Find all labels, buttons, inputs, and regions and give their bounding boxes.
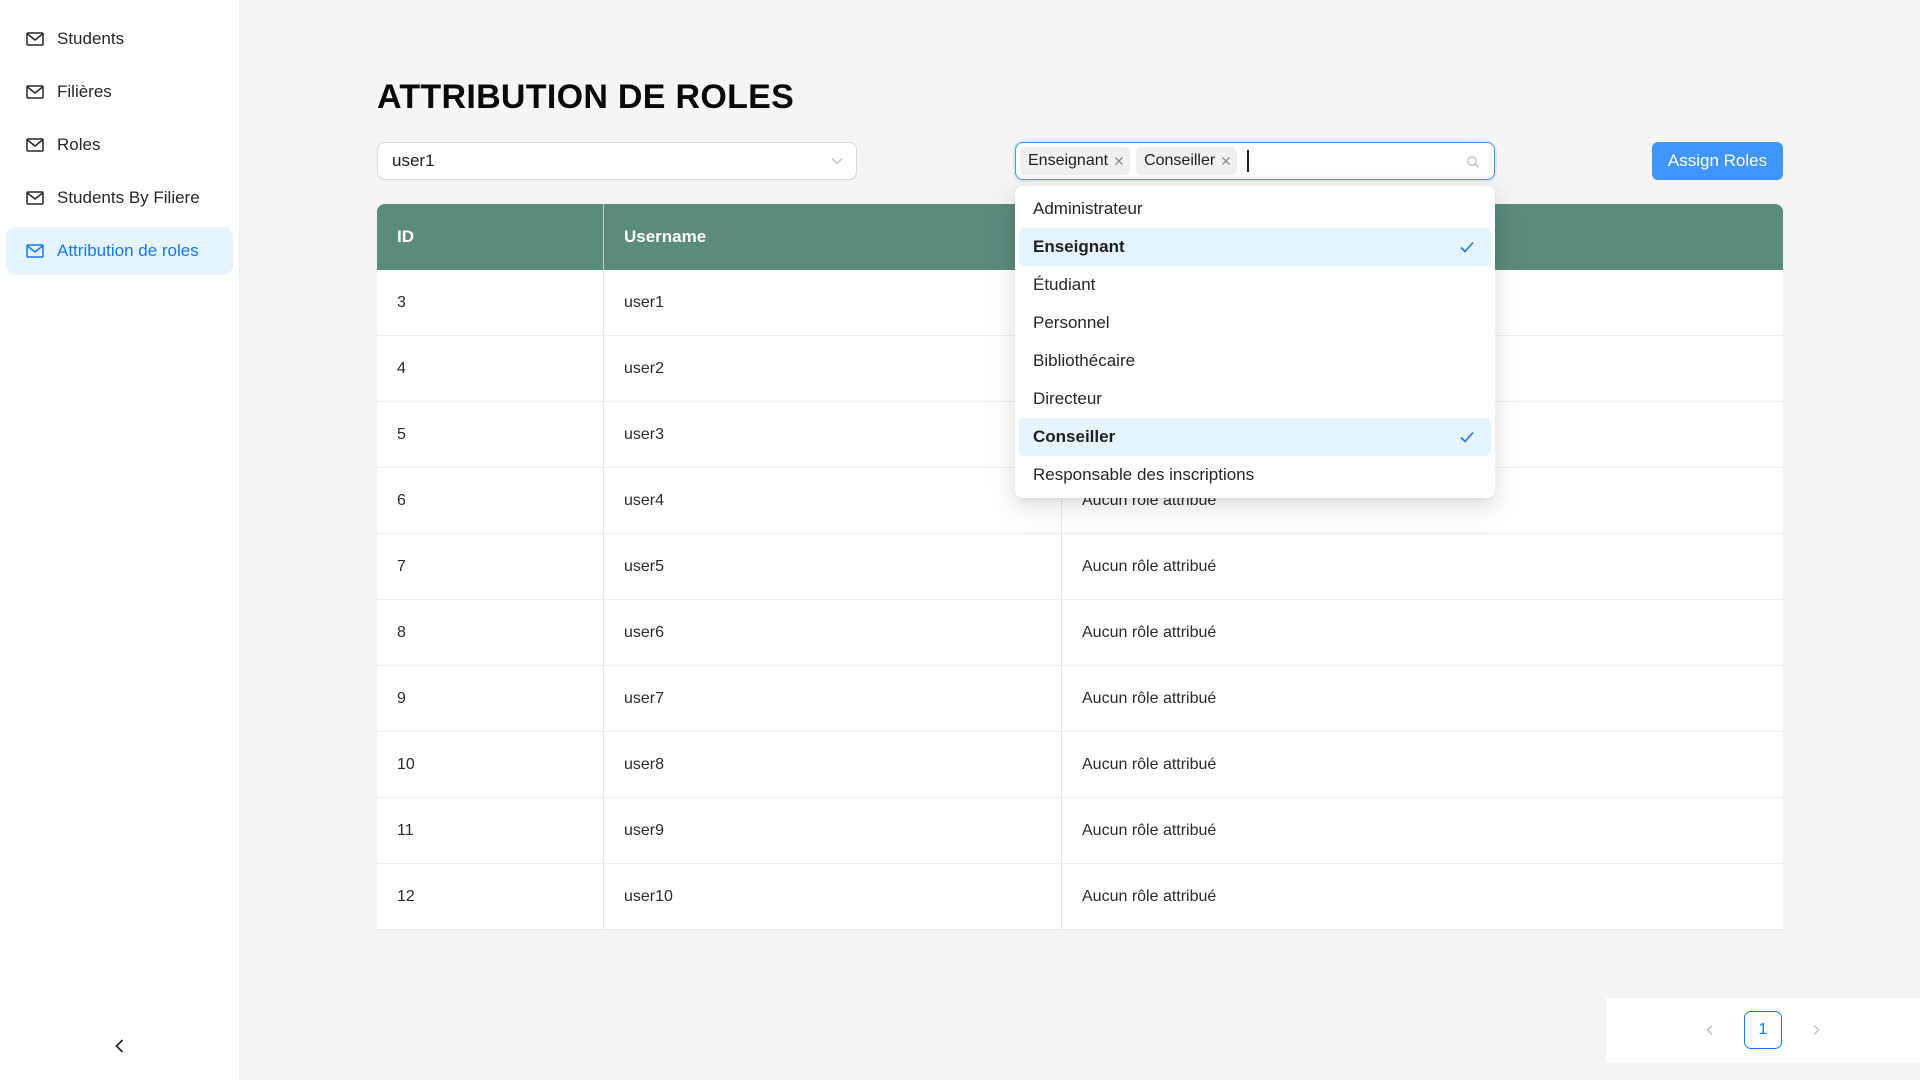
close-icon[interactable] [1221, 156, 1231, 166]
table-row[interactable]: 9 user7 Aucun rôle attribué [377, 666, 1783, 732]
cell-username: user2 [604, 336, 1062, 401]
role-option-label: Administrateur [1033, 199, 1143, 218]
cell-id: 10 [377, 732, 604, 797]
role-option-label: Enseignant [1033, 237, 1125, 256]
chevron-left-icon [115, 1039, 124, 1053]
cell-id: 9 [377, 666, 604, 731]
cell-id: 8 [377, 600, 604, 665]
sidebar-item-label: Students By Filiere [57, 188, 200, 207]
sidebar-item-students[interactable]: Students [6, 15, 233, 63]
cell-id: 11 [377, 798, 604, 863]
sidebar-item-roles[interactable]: Roles [6, 121, 233, 169]
pagination: 1 [1606, 998, 1920, 1062]
pagination-page-current[interactable]: 1 [1744, 1011, 1782, 1049]
sidebar-item-label: Students [57, 29, 125, 48]
mail-icon [26, 32, 44, 46]
search-icon [1467, 156, 1479, 168]
cell-roles: Aucun rôle attribué [1082, 557, 1217, 575]
role-option-bibliothecaire[interactable]: Bibliothécaire [1019, 342, 1491, 380]
sidebar-item-label: Filières [57, 82, 112, 101]
table-row[interactable]: 8 user6 Aucun rôle attribué [377, 600, 1783, 666]
column-header-id[interactable]: ID [377, 204, 604, 270]
close-icon[interactable] [1114, 156, 1124, 166]
role-tag: Enseignant [1020, 147, 1131, 175]
role-option-etudiant[interactable]: Étudiant [1019, 266, 1491, 304]
assign-roles-button[interactable]: Assign Roles [1652, 142, 1783, 180]
cell-id: 5 [377, 402, 604, 467]
cell-roles: Aucun rôle attribué [1082, 887, 1217, 905]
chevron-down-icon [831, 158, 843, 165]
roles-dropdown: Administrateur Enseignant Étudiant Perso… [1015, 186, 1495, 498]
role-option-label: Conseiller [1033, 427, 1116, 446]
cell-id: 7 [377, 534, 604, 599]
sidebar-item-label: Attribution de roles [57, 241, 199, 260]
role-option-label: Bibliothécaire [1033, 351, 1136, 370]
sidebar-item-filieres[interactable]: Filières [6, 68, 233, 116]
check-icon [1460, 431, 1474, 443]
cell-username: user8 [604, 732, 1062, 797]
table-row[interactable]: 12 user10 Aucun rôle attribué [377, 864, 1783, 930]
check-icon [1460, 241, 1474, 253]
role-option-conseiller[interactable]: Conseiller [1019, 418, 1491, 456]
role-option-directeur[interactable]: Directeur [1019, 380, 1491, 418]
cell-roles: Aucun rôle attribué [1082, 755, 1217, 773]
cell-id: 4 [377, 336, 604, 401]
cell-id: 12 [377, 864, 604, 929]
roles-multiselect[interactable]: Enseignant Conseiller [1015, 142, 1495, 180]
mail-icon [26, 85, 44, 99]
column-header-username[interactable]: Username [604, 204, 1062, 270]
role-option-label: Directeur [1033, 389, 1102, 408]
role-option-label: Responsable des inscriptions [1033, 465, 1255, 484]
cell-username: user4 [604, 468, 1062, 533]
sidebar-collapse-button[interactable] [0, 1026, 240, 1066]
cell-username: user3 [604, 402, 1062, 467]
mail-icon [26, 244, 44, 258]
cell-id: 6 [377, 468, 604, 533]
table-row[interactable]: 10 user8 Aucun rôle attribué [377, 732, 1783, 798]
page-title: ATTRIBUTION DE ROLES [377, 78, 795, 116]
role-option-label: Personnel [1033, 313, 1110, 332]
sidebar-item-students-by-filiere[interactable]: Students By Filiere [6, 174, 233, 222]
user-select-value: user1 [392, 151, 435, 170]
user-select[interactable]: user1 [377, 142, 857, 180]
role-tag-label: Enseignant [1028, 152, 1109, 169]
mail-icon [26, 191, 44, 205]
cell-roles: Aucun rôle attribué [1082, 689, 1217, 707]
mail-icon [26, 138, 44, 152]
role-option-label: Étudiant [1033, 275, 1096, 294]
role-tag: Conseiller [1136, 147, 1238, 175]
cell-username: user9 [604, 798, 1062, 863]
cell-username: user7 [604, 666, 1062, 731]
cell-roles: Aucun rôle attribué [1082, 623, 1217, 641]
chevron-right-icon [1813, 1025, 1820, 1035]
role-tag-label: Conseiller [1144, 152, 1216, 169]
cell-roles: Aucun rôle attribué [1082, 821, 1217, 839]
pagination-next-button[interactable] [1800, 1014, 1832, 1046]
chevron-left-icon [1706, 1025, 1713, 1035]
role-option-enseignant[interactable]: Enseignant [1019, 228, 1491, 266]
role-option-responsable-des-inscriptions[interactable]: Responsable des inscriptions [1019, 456, 1491, 494]
cell-username: user1 [604, 270, 1062, 335]
table-row[interactable]: 7 user5 Aucun rôle attribué [377, 534, 1783, 600]
cell-username: user6 [604, 600, 1062, 665]
cell-username: user5 [604, 534, 1062, 599]
sidebar-item-label: Roles [57, 135, 101, 154]
sidebar-item-attribution-de-roles[interactable]: Attribution de roles [6, 227, 233, 275]
sidebar: Students Filières Roles Students By Fili… [0, 0, 240, 1080]
text-cursor [1247, 150, 1250, 172]
cell-id: 3 [377, 270, 604, 335]
table-row[interactable]: 11 user9 Aucun rôle attribué [377, 798, 1783, 864]
role-option-administrateur[interactable]: Administrateur [1019, 190, 1491, 228]
pagination-prev-button[interactable] [1694, 1014, 1726, 1046]
sidebar-menu: Students Filières Roles Students By Fili… [0, 0, 239, 275]
cell-username: user10 [604, 864, 1062, 929]
role-option-personnel[interactable]: Personnel [1019, 304, 1491, 342]
